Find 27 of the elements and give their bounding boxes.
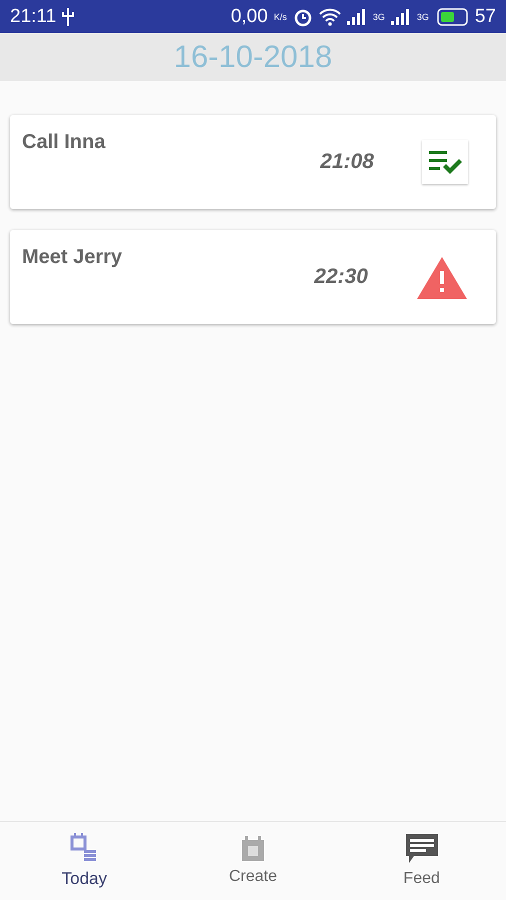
signal-icon (346, 8, 367, 24)
usb-icon (62, 8, 74, 26)
checklist-icon (427, 148, 463, 176)
date-title: 16-10-2018 (174, 39, 332, 75)
wifi-icon (318, 8, 341, 26)
calendar-list-icon (70, 833, 98, 863)
nav-tab[interactable]: Today (0, 822, 169, 900)
task-time: 22:30 (314, 265, 368, 289)
signal-icon (390, 8, 411, 24)
warning-icon (416, 255, 468, 299)
speed-unit: K/s (274, 12, 287, 22)
calendar-icon (240, 836, 265, 862)
nav-tab[interactable]: Feed (337, 822, 506, 900)
nav-tab[interactable]: Create (168, 822, 338, 900)
network-type: 3G (416, 12, 429, 22)
message-icon (406, 834, 438, 864)
checklist-button[interactable] (422, 140, 468, 184)
task-title: Meet Jerry (22, 246, 124, 270)
network-speed: 0,00 (230, 6, 268, 28)
task-card[interactable]: Call Inna 21:08 (10, 115, 496, 209)
task-title: Call Inna (22, 131, 106, 155)
task-time: 21:08 (320, 150, 374, 174)
clock: 21:11 (10, 6, 56, 28)
battery-percent: 57 (474, 6, 496, 28)
battery-icon (434, 8, 469, 26)
task-card[interactable]: Meet Jerry 22:30 (10, 230, 496, 324)
network-type: 3G (372, 12, 385, 22)
